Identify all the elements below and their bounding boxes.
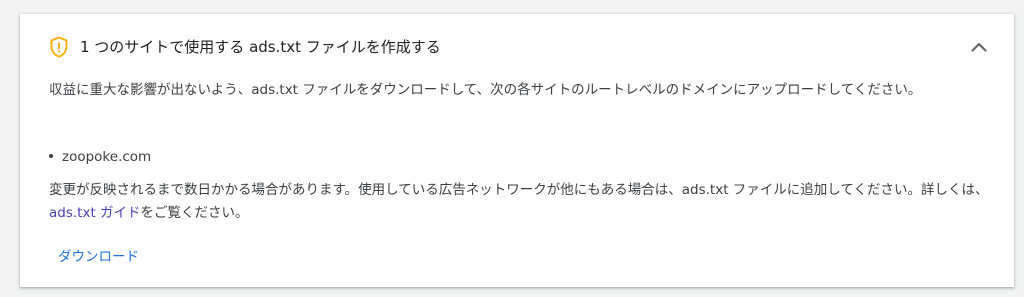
- site-list-item: zoopoke.com: [49, 146, 151, 169]
- card-title: 1 つのサイトで使用する ads.txt ファイルを作成する: [80, 38, 441, 56]
- card-header[interactable]: 1 つのサイトで使用する ads.txt ファイルを作成する: [20, 14, 1014, 80]
- note-text: 変更が反映されるまで数日かかる場合があります。使用している広告ネットワークが他に…: [49, 179, 989, 225]
- chevron-up-icon[interactable]: [966, 34, 992, 60]
- note-text-after-link: をご覧ください。: [140, 205, 249, 221]
- intro-text: 収益に重大な影響が出ないよう、ads.txt ファイルをダウンロードして、次の各…: [49, 82, 922, 98]
- ads-txt-guide-link[interactable]: ads.txt ガイド: [49, 205, 141, 221]
- note-text-before-link: 変更が反映されるまで数日かかる場合があります。使用している広告ネットワークが他に…: [49, 182, 989, 198]
- download-button[interactable]: ダウンロード: [48, 240, 149, 274]
- bullet-icon: [49, 154, 53, 158]
- shield-warning-icon: [50, 36, 68, 58]
- site-domain: zoopoke.com: [62, 149, 152, 165]
- ads-txt-card: 1 つのサイトで使用する ads.txt ファイルを作成する 収益に重大な影響が…: [20, 14, 1014, 287]
